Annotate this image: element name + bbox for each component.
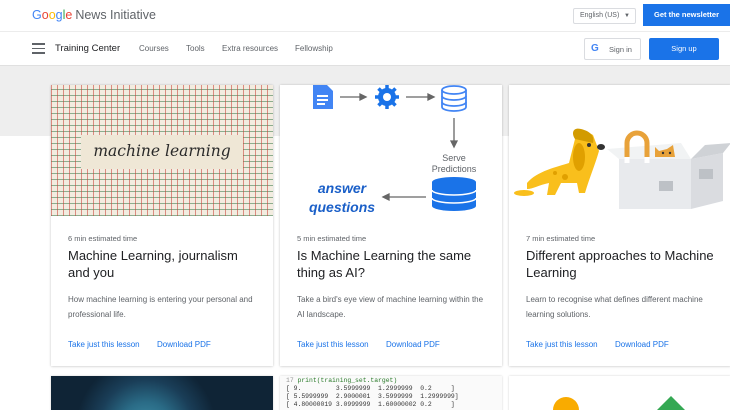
top-bar: Google News Initiative English (US) ▼ Get… <box>0 0 730 32</box>
lesson-card-ml-journalism[interactable]: machine learning 6 min estimated time Ma… <box>51 85 273 366</box>
arrow-down-icon <box>449 118 459 149</box>
lesson-card-ml-approaches[interactable]: 7 min estimated time Different approache… <box>509 85 730 366</box>
green-diamond-shape <box>657 396 685 410</box>
google-news-initiative-logo[interactable]: Google News Initiative <box>32 8 156 22</box>
dog-illustration <box>514 128 605 196</box>
nav-link-extra-resources[interactable]: Extra resources <box>222 44 278 53</box>
nav-link-fellowship[interactable]: Fellowship <box>295 44 333 53</box>
image-label-text: machine learning <box>93 142 231 160</box>
database-icon <box>441 85 467 112</box>
get-newsletter-button[interactable]: Get the newsletter <box>643 4 730 26</box>
logo-google-wordmark: Google <box>32 8 73 22</box>
nav-link-courses[interactable]: Courses <box>139 44 169 53</box>
gear-icon <box>375 85 399 109</box>
estimated-time: 5 min estimated time <box>297 234 367 243</box>
predictions-label: Predictions <box>432 164 477 174</box>
menu-icon[interactable] <box>32 43 45 54</box>
card-title[interactable]: Is Machine Learning the same thing as AI… <box>297 247 492 281</box>
sign-in-label: Sign in <box>609 45 632 54</box>
sign-up-button[interactable]: Sign up <box>649 38 719 60</box>
logo-text: News Initiative <box>75 8 156 22</box>
caret-down-icon: ▼ <box>624 13 630 19</box>
language-value: English (US) <box>580 12 620 19</box>
orange-circle-shape <box>553 397 579 410</box>
code-row: [ 4.80000019 3.0999999 1.60000002 0.2 ] <box>286 401 455 408</box>
sign-in-button[interactable]: G Sign in <box>584 38 641 60</box>
arrow-left-icon <box>381 192 426 202</box>
estimated-time: 7 min estimated time <box>526 234 596 243</box>
arrow-right-icon <box>340 92 368 102</box>
code-line-number: 17 <box>286 377 294 384</box>
card-description: Take a bird's eye view of machine learni… <box>297 295 484 319</box>
code-row: [ 9. 3.5999999 1.2999999 0.2 ] <box>286 385 455 392</box>
card-description: Learn to recognise what defines differen… <box>526 295 703 319</box>
download-pdf-link[interactable]: Download PDF <box>386 340 440 349</box>
card-title[interactable]: Different approaches to Machine Learning <box>526 247 721 281</box>
card-image-prediction-diagram: Serve Predictions answer questions <box>280 85 502 216</box>
database-filled-icon <box>431 177 477 211</box>
answer-label: answer <box>318 180 368 196</box>
card-description: How machine learning is entering your pe… <box>68 295 253 319</box>
download-pdf-link[interactable]: Download PDF <box>615 340 669 349</box>
google-g-icon: G <box>591 43 599 54</box>
card-image-dog-and-cat <box>509 85 730 216</box>
image-label-box: machine learning <box>81 135 243 169</box>
serve-label: Serve <box>442 153 466 163</box>
nav-link-tools[interactable]: Tools <box>186 44 205 53</box>
nav-bar: Training Center Courses Tools Extra reso… <box>0 32 730 66</box>
questions-label: questions <box>309 199 375 215</box>
arrow-right-icon <box>406 92 436 102</box>
code-command: print(training_set.target) <box>297 377 398 384</box>
estimated-time: 6 min estimated time <box>68 234 138 243</box>
take-lesson-link[interactable]: Take just this lesson <box>68 340 140 349</box>
lesson-card-bottom-3[interactable] <box>509 376 730 410</box>
language-select[interactable]: English (US) ▼ <box>573 8 636 24</box>
lesson-card-bottom-1[interactable] <box>51 376 273 410</box>
training-center-title[interactable]: Training Center <box>55 43 120 54</box>
document-icon <box>313 85 333 109</box>
download-pdf-link[interactable]: Download PDF <box>157 340 211 349</box>
lesson-card-bottom-2[interactable]: 17 print(training_set.target) [ 9. 3.599… <box>280 376 502 410</box>
lesson-card-ml-vs-ai[interactable]: Serve Predictions answer questions 5 min… <box>280 85 502 366</box>
take-lesson-link[interactable]: Take just this lesson <box>297 340 369 349</box>
card-image-grid-embroidery: machine learning <box>51 85 273 216</box>
take-lesson-link[interactable]: Take just this lesson <box>526 340 598 349</box>
code-row: [ 5.5999999 2.9000001 3.5999999 1.299999… <box>286 393 459 400</box>
card-title[interactable]: Machine Learning, journalism and you <box>68 247 263 281</box>
